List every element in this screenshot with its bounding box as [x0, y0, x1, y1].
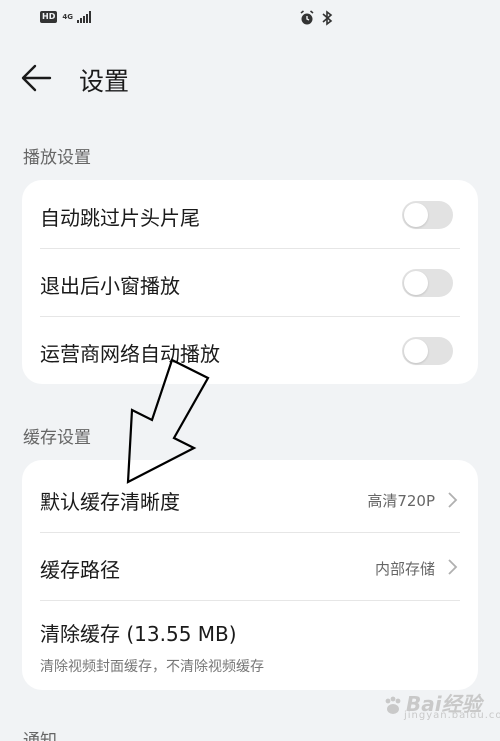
back-button[interactable]	[20, 63, 56, 93]
chevron-right-icon	[448, 492, 458, 508]
status-right	[299, 10, 333, 26]
setting-row-default-quality[interactable]: 默认缓存清晰度 高清720P	[22, 460, 478, 532]
setting-label: 退出后小窗播放	[40, 274, 180, 298]
playback-settings-card: 自动跳过片头片尾 退出后小窗播放 运营商网络自动播放	[22, 180, 478, 384]
bluetooth-icon	[322, 10, 333, 26]
header: 设置	[0, 55, 500, 103]
page-title: 设置	[79, 67, 130, 96]
toggle-knob	[404, 271, 428, 295]
setting-row-clear-cache[interactable]: 清除缓存 (13.55 MB) 清除视频封面缓存，不清除视频缓存	[22, 600, 478, 690]
setting-row-pip-on-exit[interactable]: 退出后小窗播放	[22, 248, 478, 316]
toggle-knob	[404, 339, 428, 363]
toggle-knob	[404, 203, 428, 227]
setting-row-cache-path[interactable]: 缓存路径 内部存储	[22, 532, 478, 600]
setting-label: 默认缓存清晰度	[40, 490, 180, 514]
pip-on-exit-toggle[interactable]	[402, 269, 453, 297]
setting-label: 缓存路径	[40, 558, 120, 582]
section-title-notifications: 通知	[23, 731, 57, 741]
setting-row-skip-intro[interactable]: 自动跳过片头片尾	[22, 180, 478, 248]
status-left: HD 4G	[40, 11, 92, 23]
clear-cache-subtitle: 清除视频封面缓存，不清除视频缓存	[40, 659, 264, 675]
alarm-icon	[300, 10, 314, 25]
chevron-right-icon	[448, 559, 458, 575]
status-bar: HD 4G	[0, 0, 500, 36]
paw-icon	[385, 696, 401, 714]
cellular-autoplay-toggle[interactable]	[402, 337, 453, 365]
signal-icon	[77, 11, 92, 23]
hd-badge: HD	[40, 11, 58, 23]
setting-row-cellular-autoplay[interactable]: 运营商网络自动播放	[22, 316, 478, 384]
section-title-playback: 播放设置	[23, 148, 91, 168]
setting-label: 运营商网络自动播放	[40, 342, 220, 366]
cache-settings-card: 默认缓存清晰度 高清720P 缓存路径 内部存储 清除缓存 (13.55 MB)…	[22, 460, 478, 690]
skip-intro-toggle[interactable]	[402, 201, 453, 229]
setting-label: 自动跳过片头片尾	[40, 206, 200, 230]
setting-value: 内部存储	[374, 560, 435, 578]
section-title-cache: 缓存设置	[23, 428, 91, 448]
clear-cache-label: 清除缓存 (13.55 MB)	[40, 622, 237, 646]
network-type-label: 4G	[62, 12, 73, 21]
watermark-url: jingyan.baidu.com	[404, 710, 500, 721]
setting-value: 高清720P	[367, 492, 435, 510]
arrow-left-icon	[21, 64, 52, 92]
